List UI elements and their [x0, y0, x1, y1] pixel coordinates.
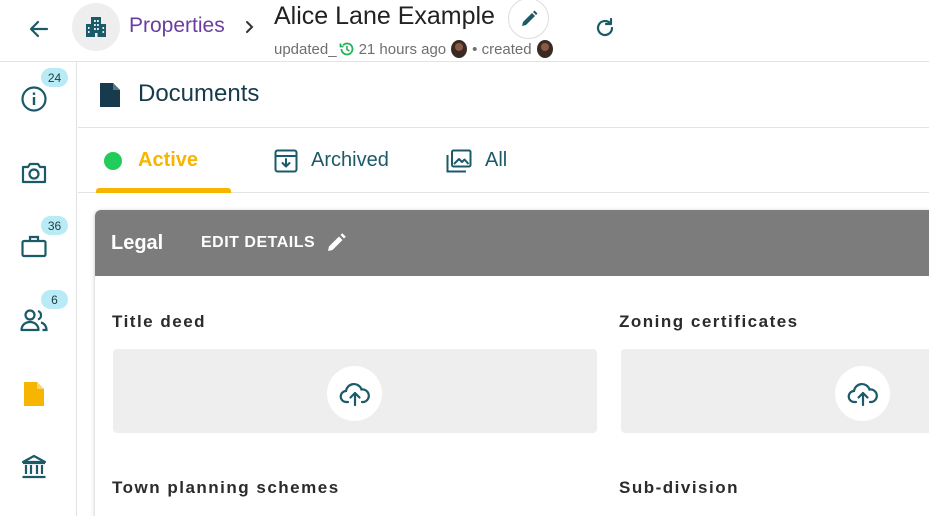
edit-details-button[interactable]: EDIT DETAILS [201, 230, 347, 256]
info-icon [21, 86, 47, 112]
camera-icon [21, 162, 47, 184]
tab-all[interactable]: All [445, 128, 507, 193]
active-status-dot-icon [104, 151, 122, 170]
edit-title-button[interactable] [508, 0, 549, 39]
section-header: Documents [78, 62, 929, 128]
field-label-title-deed: Title deed [112, 312, 207, 331]
edit-details-label: EDIT DETAILS [201, 234, 316, 251]
sidebar: 24 36 6 [0, 62, 77, 516]
field-label-zoning-certificates: Zoning certificates [619, 312, 799, 331]
info-count-badge: 24 [41, 68, 68, 87]
refresh-icon [596, 17, 614, 37]
tab-active-underline [96, 188, 231, 193]
deals-count-badge: 36 [41, 216, 68, 235]
upload-box-title-deed[interactable] [113, 349, 597, 433]
document-icon [24, 382, 44, 406]
tab-active[interactable]: Active [96, 128, 231, 193]
sidebar-item-photos[interactable] [13, 152, 55, 194]
document-tabs: Active Archived All [78, 128, 929, 193]
tab-archived[interactable]: Archived [273, 128, 389, 193]
updated-prefix: updated_ [274, 40, 337, 58]
property-avatar [72, 3, 120, 51]
pencil-icon [521, 10, 537, 26]
arrow-left-icon [29, 20, 49, 38]
tab-archived-label: Archived [311, 149, 389, 171]
breadcrumb-properties-link[interactable]: Properties [129, 14, 225, 38]
update-meta: updated_ 21 hours ago • created [274, 40, 558, 58]
tab-all-label: All [485, 149, 508, 171]
back-button[interactable] [22, 12, 56, 46]
gallery-icon [445, 148, 473, 174]
header: Properties Alice Lane Example updated_ 2… [0, 0, 929, 62]
briefcase-icon [21, 235, 47, 258]
pencil-icon [325, 232, 347, 254]
field-label-town-planning-schemes: Town planning schemes [112, 478, 340, 497]
document-icon [100, 83, 120, 107]
sidebar-item-bank[interactable] [13, 446, 55, 488]
sidebar-item-documents[interactable] [13, 373, 55, 415]
created-by-avatar[interactable] [536, 40, 553, 58]
tab-active-label: Active [138, 149, 199, 171]
cloud-upload-icon [847, 382, 878, 406]
building-icon [86, 17, 106, 37]
upload-button[interactable] [327, 366, 382, 421]
contacts-count-badge: 6 [41, 290, 68, 309]
card-title: Legal [111, 232, 164, 254]
field-label-sub-division: Sub-division [619, 478, 739, 497]
upload-button[interactable] [835, 366, 890, 421]
section-title: Documents [138, 80, 260, 107]
chevron-right-icon [240, 15, 260, 39]
created-label: • created [472, 40, 532, 58]
people-icon [20, 309, 48, 332]
upload-box-zoning-certificates[interactable] [621, 349, 929, 433]
cloud-upload-icon [339, 382, 370, 406]
updated-by-avatar[interactable] [451, 40, 468, 58]
page-title: Alice Lane Example [274, 2, 495, 30]
legal-card: Legal EDIT DETAILS Title deed Zoning cer… [95, 210, 929, 516]
bank-icon [21, 454, 47, 479]
card-header: Legal EDIT DETAILS [95, 210, 929, 276]
archive-icon [273, 148, 299, 174]
refresh-button[interactable] [590, 13, 620, 43]
updated-time: 21 hours ago [358, 40, 447, 58]
history-icon [339, 41, 355, 57]
